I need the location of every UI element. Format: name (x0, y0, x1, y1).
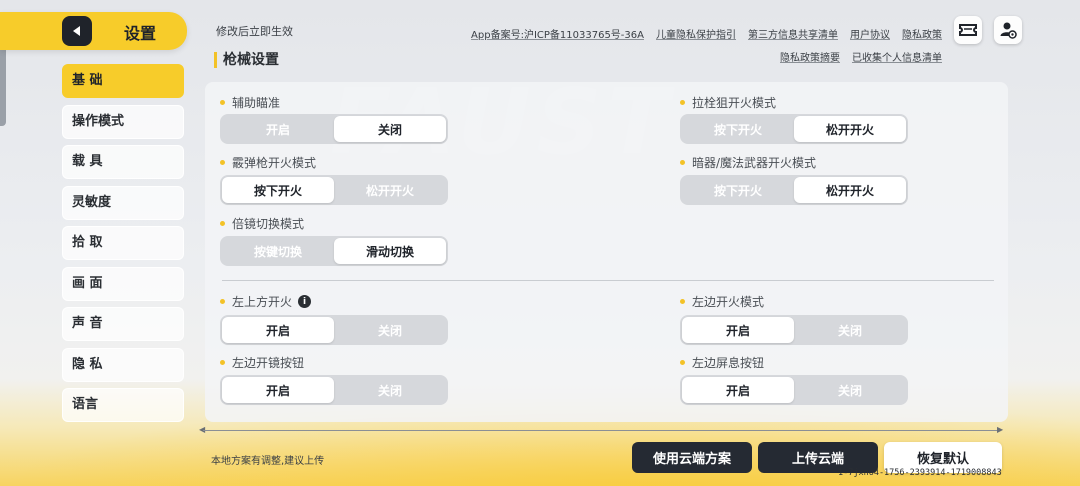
aim-assist-on[interactable]: 开启 (222, 116, 334, 142)
top-left-fire-label: 左上方开火 i (220, 293, 312, 310)
sidebar-item-control-mode[interactable]: 操作模式 (62, 104, 184, 139)
left-fire-mode-off[interactable]: 关闭 (794, 317, 906, 343)
sidebar-item-language[interactable]: 语言 (62, 388, 184, 422)
sidebar-item-sensitivity[interactable]: 灵敏度 (62, 185, 184, 220)
scope-switch-slide[interactable]: 滑动切换 (334, 238, 446, 264)
sidebar-item-graphics[interactable]: 画 面 (62, 266, 184, 301)
left-breath-btn-toggle: 开启 关闭 (680, 375, 908, 405)
hidden-magic-press[interactable]: 按下开火 (682, 177, 794, 203)
icp-link[interactable]: App备案号:沪ICP备11033765号-36A (471, 26, 644, 41)
hidden-magic-release[interactable]: 松开开火 (794, 177, 906, 203)
use-cloud-button[interactable]: 使用云端方案 (632, 442, 752, 473)
top-left-fire-on[interactable]: 开启 (222, 317, 334, 343)
collected-info-link[interactable]: 已收集个人信息清单 (852, 49, 942, 64)
bolt-sniper-press[interactable]: 按下开火 (682, 116, 794, 142)
user-settings-button[interactable] (994, 16, 1022, 44)
back-button[interactable] (62, 16, 92, 46)
sidebar-item-basic[interactable]: 基 础 (62, 64, 184, 98)
ticket-button[interactable] (954, 16, 982, 44)
upload-hint: 本地方案有调整,建议上传 (211, 456, 325, 467)
info-icon[interactable]: i (298, 295, 312, 308)
privacy-summary-link[interactable]: 隐私政策摘要 (780, 49, 840, 64)
left-breath-btn-off[interactable]: 关闭 (794, 377, 906, 403)
aim-assist-label: 辅助瞄准 (220, 94, 280, 111)
child-privacy-link[interactable]: 儿童隐私保护指引 (656, 26, 736, 41)
settings-sidebar: 基 础 操作模式 载 具 灵敏度 拾 取 画 面 声 音 隐 私 语言 (62, 64, 184, 429)
left-breath-btn-label: 左边屏息按钮 (680, 354, 764, 371)
policy-links-row2: 隐私政策摘要 已收集个人信息清单 (780, 49, 942, 64)
privacy-policy-link[interactable]: 隐私政策 (902, 26, 942, 41)
scroll-right-icon[interactable]: ▶ (997, 425, 1003, 434)
left-fire-mode-toggle: 开启 关闭 (680, 315, 908, 345)
aim-assist-toggle: 开启 关闭 (220, 114, 448, 144)
left-breath-btn-on[interactable]: 开启 (682, 377, 794, 403)
bolt-sniper-toggle: 按下开火 松开开火 (680, 114, 908, 144)
third-party-share-link[interactable]: 第三方信息共享清单 (748, 26, 838, 41)
policy-links-row1: App备案号:沪ICP备11033765号-36A 儿童隐私保护指引 第三方信息… (471, 26, 942, 41)
shotgun-toggle: 按下开火 松开开火 (220, 175, 448, 205)
left-scope-btn-label: 左边开镜按钮 (220, 354, 304, 371)
shotgun-press[interactable]: 按下开火 (222, 177, 334, 203)
shotgun-label: 霰弹枪开火模式 (220, 154, 316, 171)
horizontal-scrollbar[interactable] (203, 430, 1000, 431)
shotgun-release[interactable]: 松开开火 (334, 177, 446, 203)
ticket-icon (959, 24, 977, 36)
sidebar-item-privacy[interactable]: 隐 私 (62, 347, 184, 382)
section-title: 枪械设置 (214, 52, 279, 68)
user-settings-icon (1000, 22, 1017, 39)
hidden-magic-label: 暗器/魔法武器开火模式 (680, 154, 816, 171)
left-scope-btn-toggle: 开启 关闭 (220, 375, 448, 405)
sidebar-item-pickup[interactable]: 拾 取 (62, 226, 184, 260)
left-fire-mode-label: 左边开火模式 (680, 293, 764, 310)
hidden-magic-toggle: 按下开火 松开开火 (680, 175, 908, 205)
bolt-sniper-label: 拉栓狙开火模式 (680, 94, 776, 111)
scope-switch-label: 倍镜切换模式 (220, 215, 304, 232)
top-left-fire-off[interactable]: 关闭 (334, 317, 446, 343)
sidebar-item-sound[interactable]: 声 音 (62, 307, 184, 341)
build-id: 1-7jxno4-1756-2393914-1719008843 (838, 468, 1002, 478)
bolt-sniper-release[interactable]: 松开开火 (794, 116, 906, 142)
top-left-fire-toggle: 开启 关闭 (220, 315, 448, 345)
user-agreement-link[interactable]: 用户协议 (850, 26, 890, 41)
section-divider (222, 280, 994, 281)
left-scope-btn-off[interactable]: 关闭 (334, 377, 446, 403)
page-title: 设置 (124, 24, 157, 43)
scope-switch-button[interactable]: 按键切换 (222, 238, 334, 264)
scope-switch-toggle: 按键切换 滑动切换 (220, 236, 448, 266)
sidebar-item-vehicle[interactable]: 载 具 (62, 145, 184, 179)
left-fire-mode-on[interactable]: 开启 (682, 317, 794, 343)
back-arrow-icon (73, 26, 80, 36)
edge-handle[interactable] (0, 46, 6, 126)
notice-text: 修改后立即生效 (216, 25, 293, 38)
aim-assist-off[interactable]: 关闭 (334, 116, 446, 142)
header-tab (0, 12, 187, 50)
left-scope-btn-on[interactable]: 开启 (222, 377, 334, 403)
